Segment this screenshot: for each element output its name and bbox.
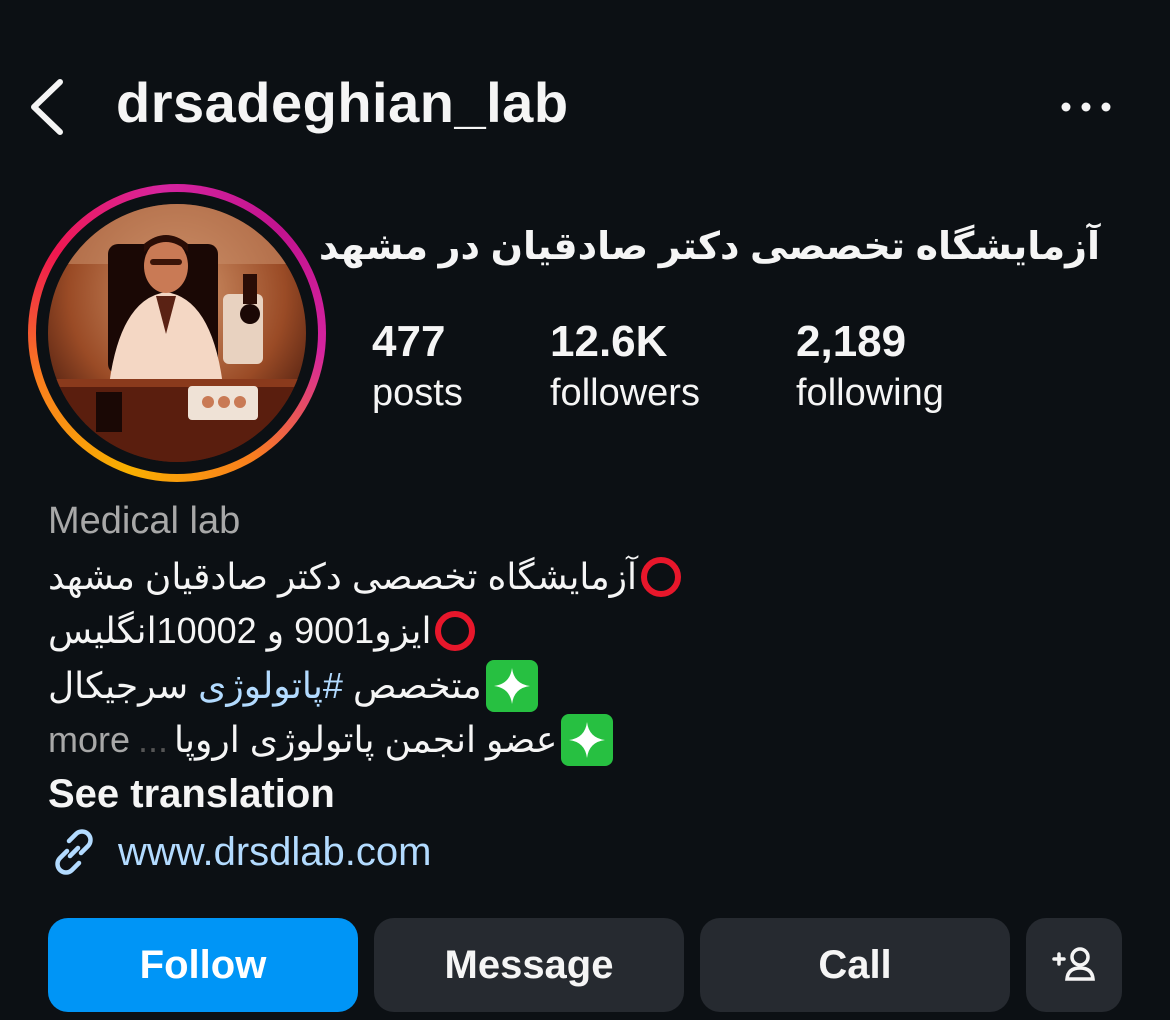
back-button[interactable] [26,76,70,138]
more-horizontal-icon [1061,102,1111,112]
profile-avatar[interactable] [48,204,306,462]
profile-photo [48,204,306,462]
add-user-button[interactable] [1026,918,1122,1012]
stat-posts[interactable]: 477 posts [372,318,463,420]
profile-full-name: آزمایشگاه تخصصی دکتر صادقیان در مشهد [318,226,1100,268]
bio-line-4: more ... عضو انجمن پاتولوژی اروپا [48,714,614,766]
profile-username: drsadeghian_lab [116,71,569,134]
sparkles-icon [485,660,538,712]
profile-category: Medical lab [48,500,241,542]
bio-line-2: ایزو9001 و 10002انگلیس [48,610,476,652]
stat-following-count: 2,189 [796,317,907,366]
more-options-button[interactable] [1058,92,1114,122]
sparkles-icon [561,714,614,766]
bio-line-3-text: متخصص #پاتولوژی سرجیکال [48,665,482,707]
hashtag-link[interactable]: #پاتولوژی [198,665,343,707]
see-translation-link[interactable]: See translation [48,772,335,817]
bio-line-3-after: سرجیکال [48,665,189,706]
stat-followers[interactable]: 12.6K followers [550,318,700,420]
stat-posts-count: 477 [372,317,446,366]
stat-followers-count: 12.6K [550,317,668,366]
stat-posts-label: posts [372,372,463,414]
bio-line-1-text: آزمایشگاه تخصصی دکتر صادقیان مشهد [48,556,638,597]
link-icon [55,829,93,875]
stat-following[interactable]: 2,189 following [796,318,944,420]
website-link[interactable]: www.drsdlab.com [48,826,431,878]
website-url: www.drsdlab.com [118,829,432,874]
bio-line-3-before: متخصص [352,665,482,706]
red-circle-icon [641,557,682,597]
chevron-left-icon [31,79,63,135]
bio-line-4-text: عضو انجمن پاتولوژی اروپا [174,719,558,760]
add-person-icon [1052,947,1095,981]
more-bio-link[interactable]: more [48,719,130,761]
bio-line-2-text: ایزو9001 و 10002انگلیس [48,610,432,651]
story-ring[interactable] [28,184,326,482]
call-button[interactable]: Call [700,918,1010,1012]
follow-button[interactable]: Follow [48,918,358,1012]
stat-followers-label: followers [550,372,700,414]
bio-line-3: متخصص #پاتولوژی سرجیکال [48,660,538,712]
red-circle-icon [435,611,476,651]
bio-line-1: آزمایشگاه تخصصی دکتر صادقیان مشهد [48,556,682,598]
profile-header: drsadeghian_lab [0,0,1170,210]
stat-following-label: following [796,372,944,414]
bio-ellipsis: ... [138,719,169,760]
message-button[interactable]: Message [374,918,684,1012]
